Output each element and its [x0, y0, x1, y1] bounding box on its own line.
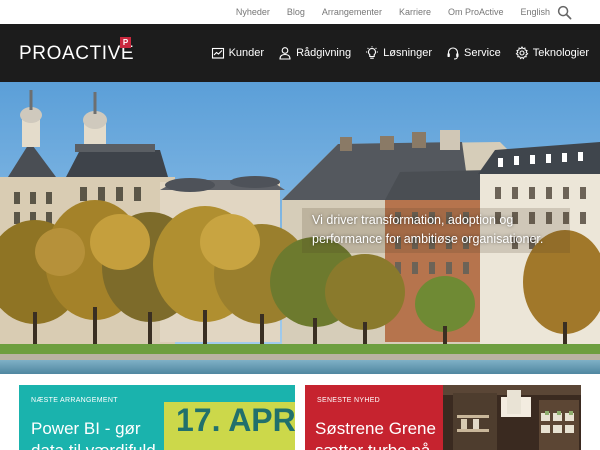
- logo-wordmark: PROACTIVE: [19, 43, 134, 65]
- person-icon: [279, 47, 291, 60]
- chart-icon: [211, 47, 224, 59]
- utility-link-nyheder[interactable]: Nyheder: [236, 7, 270, 17]
- nav-item-kunder[interactable]: Kunder: [211, 46, 264, 60]
- nav-item-service[interactable]: Service: [446, 46, 501, 60]
- nav-item-radgivning[interactable]: Rådgivning: [278, 46, 351, 60]
- nav-label-service: Service: [464, 47, 501, 59]
- utility-link-karriere[interactable]: Karriere: [399, 7, 431, 17]
- nav-label-kunder: Kunder: [228, 47, 265, 59]
- logo-pro: PRO: [19, 43, 62, 64]
- nav-item-losninger[interactable]: Løsninger: [365, 46, 432, 60]
- nav-item-teknologier[interactable]: Teknologier: [515, 46, 589, 60]
- nav-label-losninger: Løsninger: [383, 47, 433, 59]
- utility-link-english[interactable]: English: [520, 7, 550, 17]
- utility-link-om-proactive[interactable]: Om ProActive: [448, 7, 504, 17]
- hero-banner: Vi driver transformation, adoption og pe…: [0, 82, 600, 374]
- news-card-label: SENESTE NYHED: [317, 397, 381, 404]
- latest-news-card[interactable]: SENESTE NYHED Søstrene Grene sætter turb…: [305, 385, 581, 450]
- event-date-box: 17. APR: [164, 402, 295, 450]
- utility-link-arrangementer[interactable]: Arrangementer: [322, 7, 382, 17]
- lightbulb-icon: [366, 46, 379, 59]
- main-nav: Kunder Rådgivning Løsninger Service Tekn…: [211, 24, 589, 82]
- utility-link-blog[interactable]: Blog: [287, 7, 305, 17]
- utility-nav: Nyheder Blog Arrangementer Karriere Om P…: [236, 0, 550, 24]
- utility-bar: Nyheder Blog Arrangementer Karriere Om P…: [0, 0, 600, 24]
- event-date: 17. APR: [176, 402, 295, 438]
- gear-icon: [515, 46, 529, 60]
- nav-label-radgivning: Rådgivning: [296, 47, 352, 59]
- hero-caption: Vi driver transformation, adoption og pe…: [302, 208, 570, 253]
- event-card-label: NÆSTE ARRANGEMENT: [31, 397, 118, 404]
- headset-icon: [447, 47, 459, 60]
- search-icon[interactable]: [557, 5, 572, 20]
- next-event-card[interactable]: NÆSTE ARRANGEMENT Power BI - gør data ti…: [19, 385, 295, 450]
- news-photo: [443, 385, 581, 450]
- main-header: PROACTIVE P Kunder Rådgivning Løsninger …: [0, 24, 600, 82]
- logo-badge: P: [120, 37, 131, 48]
- news-card-title: Søstrene Grene sætter turbo på: [315, 419, 436, 450]
- proactive-logo[interactable]: PROACTIVE P: [19, 35, 135, 71]
- event-card-title: Power BI - gør data til værdifuld: [31, 419, 156, 450]
- nav-label-teknologier: Teknologier: [532, 47, 589, 59]
